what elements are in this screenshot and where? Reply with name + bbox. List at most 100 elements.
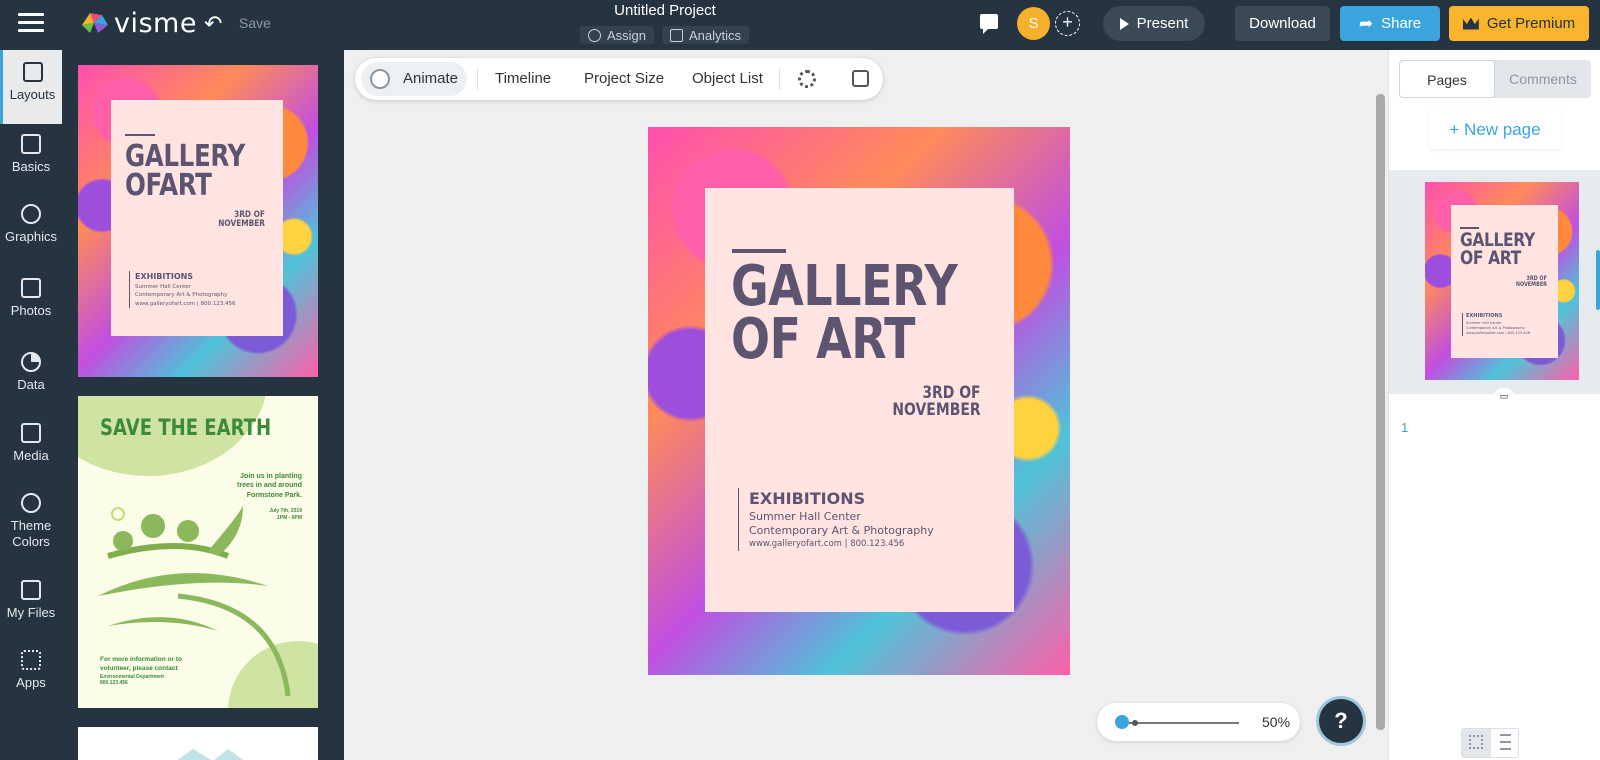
assign-button[interactable]: Assign xyxy=(580,26,655,44)
menu-icon[interactable] xyxy=(18,13,44,33)
thumb-title: GALLERY OF ART xyxy=(1460,230,1535,270)
analytics-label: Analytics xyxy=(689,27,742,43)
template-save-the-earth[interactable]: SAVE THE EARTH Join us in planting trees… xyxy=(78,396,318,708)
assign-icon xyxy=(588,28,601,42)
project-size-button[interactable]: Project Size xyxy=(584,58,664,100)
sidebar-item-media[interactable]: Media xyxy=(0,423,62,463)
sidebar-item-graphics[interactable]: Graphics xyxy=(0,204,62,244)
contact-line-3: Environmental Department xyxy=(100,673,164,680)
poster-title[interactable]: GALLERY OF ART xyxy=(731,258,958,373)
animate-button[interactable]: Animate xyxy=(361,62,467,96)
grid-view-button[interactable] xyxy=(1462,729,1491,757)
sidebar-item-label: Basics xyxy=(11,159,51,174)
sidebar-item-label: Data xyxy=(17,377,45,392)
info-line-3: www.galleryofart.com | 800.123.456 xyxy=(135,300,236,307)
poster-info-line-1: Summer Hall Center xyxy=(749,509,861,523)
view-toggle xyxy=(1461,728,1519,758)
logo-text: visme xyxy=(114,7,197,39)
sidebar-item-layouts[interactable]: Layouts xyxy=(0,50,62,124)
poster-title-bar[interactable] xyxy=(732,249,786,253)
download-button[interactable]: Download xyxy=(1235,6,1330,41)
sidebar-item-theme-colors[interactable]: Theme Colors xyxy=(0,493,62,551)
tab-comments[interactable]: Comments xyxy=(1495,60,1591,98)
new-page-button[interactable]: + New page xyxy=(1429,111,1561,149)
apps-icon xyxy=(21,650,41,670)
visme-logo[interactable]: visme xyxy=(80,7,197,39)
layouts-icon xyxy=(22,62,43,82)
sidebar-item-label: Apps xyxy=(16,675,46,690)
avatar[interactable]: S xyxy=(1017,7,1050,40)
present-label: Present xyxy=(1136,15,1189,32)
basics-icon xyxy=(21,134,41,154)
sidebar-item-data[interactable]: Data xyxy=(0,352,62,392)
layouts-panel: GALLERY OFART 3RD OF NOVEMBER EXHIBITION… xyxy=(62,50,344,760)
zoom-search-icon[interactable] xyxy=(852,70,869,87)
project-title[interactable]: Untitled Project xyxy=(560,2,770,19)
get-premium-button[interactable]: Get Premium xyxy=(1449,6,1589,41)
left-sidebar: Layouts Basics Graphics Photos Data Medi… xyxy=(0,50,62,760)
info-line-2: Contemporary Art & Photography xyxy=(135,292,228,299)
poster-card[interactable]: GALLERY OF ART 3RD OF NOVEMBER EXHIBITIO… xyxy=(705,188,1014,612)
add-collaborator-icon[interactable]: + xyxy=(1055,11,1080,36)
poster-info-line-3: www.galleryofart.com | 800.123.456 xyxy=(749,539,905,550)
analytics-button[interactable]: Analytics xyxy=(662,26,750,44)
sidebar-item-label: Media xyxy=(13,448,49,463)
blurb-line-1: Join us in planting xyxy=(240,473,302,480)
data-icon xyxy=(21,352,41,372)
list-view-button[interactable] xyxy=(1491,729,1520,757)
poster-info-heading: EXHIBITIONS xyxy=(749,489,866,508)
poster-date[interactable]: 3RD OF NOVEMBER xyxy=(893,385,981,419)
top-bar: visme ↶ Save Untitled Project Assign Ana… xyxy=(0,0,1600,50)
template-title: GALLERY OFART xyxy=(125,142,245,203)
blurb-line-2: trees in and around xyxy=(237,482,302,490)
thumb-date: 3RD OF NOVEMBER xyxy=(1516,276,1547,288)
thumb-title-line-2: OF ART xyxy=(1460,247,1521,270)
save-button[interactable]: Save xyxy=(239,15,271,31)
sidebar-item-photos[interactable]: Photos xyxy=(0,278,62,318)
poster-info[interactable]: EXHIBITIONS Summer Hall Center Contempor… xyxy=(738,488,934,551)
canvas-toolbar: Animate Timeline Project Size Object Lis… xyxy=(355,58,883,100)
undo-icon[interactable]: ↶ xyxy=(204,11,222,37)
zoom-value: 50% xyxy=(1262,714,1291,730)
palette-icon xyxy=(21,493,41,513)
sidebar-item-label: Graphics xyxy=(4,229,58,244)
present-button[interactable]: Present xyxy=(1103,6,1205,41)
poster-canvas[interactable]: GALLERY OF ART 3RD OF NOVEMBER EXHIBITIO… xyxy=(648,127,1070,675)
sidebar-item-my-files[interactable]: My Files xyxy=(0,580,62,620)
sidebar-item-label: Photos xyxy=(10,303,52,318)
template-info: EXHIBITIONS Summer Hall Center Contempor… xyxy=(129,271,235,308)
zoom-slider-thumb[interactable] xyxy=(1115,715,1129,729)
pages-panel-tabs: Pages Comments xyxy=(1399,60,1591,98)
poster-title-line-2: OF ART xyxy=(731,307,916,373)
graphics-icon xyxy=(21,204,41,224)
toolbar-divider xyxy=(477,68,478,90)
thumb-info-line-3: www.galleryofart.com | 800.123.456 xyxy=(1466,331,1530,335)
share-button[interactable]: ➦ Share xyxy=(1340,6,1440,41)
page-thumbnail[interactable]: GALLERY OF ART 3RD OF NOVEMBER EXHIBITIO… xyxy=(1425,182,1579,380)
sidebar-item-basics[interactable]: Basics xyxy=(0,134,62,174)
template-gallery-of-art[interactable]: GALLERY OFART 3RD OF NOVEMBER EXHIBITION… xyxy=(78,65,318,377)
list-view-icon xyxy=(1500,734,1511,750)
thumb-date-line-2: NOVEMBER xyxy=(1515,281,1547,288)
canvas-scrollbar[interactable] xyxy=(1376,94,1385,730)
comments-icon[interactable] xyxy=(980,14,998,34)
photos-icon xyxy=(21,278,41,298)
template-partial[interactable] xyxy=(78,727,318,760)
thumb-card: GALLERY OF ART 3RD OF NOVEMBER EXHIBITIO… xyxy=(1451,205,1558,358)
title-bar xyxy=(125,134,155,136)
thumb-info-heading: EXHIBITIONS xyxy=(1466,313,1503,319)
gear-icon[interactable] xyxy=(798,70,816,88)
media-icon xyxy=(21,423,41,443)
template-card: GALLERY OFART 3RD OF NOVEMBER EXHIBITION… xyxy=(111,100,283,336)
tab-pages[interactable]: Pages xyxy=(1399,60,1495,98)
page-transition-icon[interactable]: ▭ xyxy=(1494,388,1514,404)
sidebar-item-label: Layouts xyxy=(9,87,56,102)
object-list-button[interactable]: Object List xyxy=(692,58,763,100)
timeline-button[interactable]: Timeline xyxy=(495,58,551,100)
date-line-2: NOVEMBER xyxy=(218,219,265,229)
help-button[interactable]: ? xyxy=(1319,699,1363,743)
title-line-2: OFART xyxy=(125,167,212,203)
sidebar-item-apps[interactable]: Apps xyxy=(0,650,62,690)
crown-icon xyxy=(1462,17,1479,30)
premium-label: Get Premium xyxy=(1486,15,1576,32)
